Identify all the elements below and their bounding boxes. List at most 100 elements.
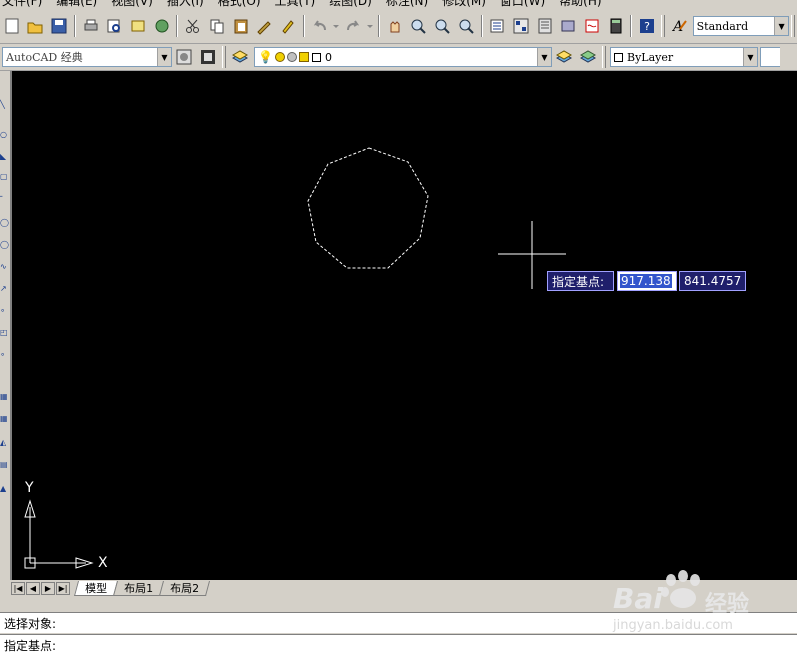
revision-cloud-icon[interactable]: ∿ xyxy=(0,263,8,271)
layer-previous-icon[interactable] xyxy=(577,46,599,68)
toolbar-grip[interactable] xyxy=(661,15,665,37)
menu-view[interactable]: 视图(V) xyxy=(111,0,153,9)
separator xyxy=(302,15,305,37)
color-select[interactable]: ByLayer ▼ xyxy=(610,47,758,67)
menu-window[interactable]: 窗口(W) xyxy=(500,0,545,9)
publish-icon[interactable] xyxy=(127,15,149,37)
print-preview-icon[interactable] xyxy=(104,15,126,37)
dynamic-input-y[interactable]: 841.4757 xyxy=(679,271,746,291)
toolbar-grip[interactable] xyxy=(602,46,606,68)
tab-layout1[interactable]: 布局1 xyxy=(112,581,165,596)
polygon-icon[interactable]: ▢ xyxy=(0,173,8,181)
polyline-icon[interactable]: ◣ xyxy=(0,153,8,161)
menu-edit[interactable]: 编辑(E) xyxy=(56,0,97,9)
workspace-settings-icon[interactable] xyxy=(173,46,195,68)
construction-line-icon[interactable]: ○ xyxy=(0,131,8,139)
save-icon[interactable] xyxy=(48,15,70,37)
chevron-down-icon[interactable]: ▼ xyxy=(157,48,171,66)
paste-icon[interactable] xyxy=(230,15,252,37)
make-object-layer-current-icon[interactable] xyxy=(553,46,575,68)
calculator-icon[interactable] xyxy=(605,15,627,37)
tab-layout2[interactable]: 布局2 xyxy=(158,581,211,596)
gradient-icon[interactable]: ▦ xyxy=(0,415,8,423)
new-icon[interactable] xyxy=(1,15,23,37)
match-properties-icon[interactable] xyxy=(253,15,275,37)
help-icon[interactable]: ? xyxy=(636,15,658,37)
toolbar-grip[interactable] xyxy=(222,46,226,68)
redo-icon[interactable] xyxy=(342,15,364,37)
hatch-icon[interactable]: ▦ xyxy=(0,393,8,401)
workspace-select[interactable]: AutoCAD 经典 ▼ xyxy=(2,47,172,67)
table-icon[interactable]: ▤ xyxy=(0,461,8,469)
open-icon[interactable] xyxy=(25,15,47,37)
print-icon[interactable] xyxy=(80,15,102,37)
menu-tools[interactable]: 工具(T) xyxy=(275,0,316,9)
rectangle-icon[interactable]: ╴ xyxy=(0,193,8,201)
drawing-canvas[interactable]: Y X 指定基点: 917.138 841.4757 xyxy=(10,71,797,583)
selected-polygon[interactable] xyxy=(307,147,429,269)
text-style-icon[interactable]: A xyxy=(668,15,690,37)
tool-palettes-icon[interactable] xyxy=(534,15,556,37)
my-workspace-icon[interactable] xyxy=(197,46,219,68)
lock-icon[interactable] xyxy=(298,52,309,62)
undo-dropdown-icon[interactable] xyxy=(332,15,340,37)
separator xyxy=(480,15,483,37)
lightbulb-icon[interactable]: 💡 xyxy=(258,50,273,64)
layer-select[interactable]: 💡 0 ▼ xyxy=(254,47,552,67)
zoom-window-icon[interactable] xyxy=(431,15,453,37)
markup-icon[interactable] xyxy=(581,15,603,37)
toolbar-grip[interactable] xyxy=(791,15,796,37)
freeze-viewport-icon[interactable] xyxy=(286,52,297,62)
chevron-down-icon[interactable]: ▼ xyxy=(743,48,757,66)
last-tab-icon[interactable]: ▶| xyxy=(56,582,70,595)
command-history-text: 选择对象: xyxy=(4,616,57,631)
ellipse-icon[interactable]: ∘ xyxy=(0,307,8,315)
redo-dropdown-icon[interactable] xyxy=(366,15,374,37)
workspace-layer-toolbar: AutoCAD 经典 ▼ 💡 0 ▼ ByLayer ▼ xyxy=(0,44,797,71)
prev-tab-icon[interactable]: ◀ xyxy=(26,582,40,595)
arc-icon[interactable]: ◯ xyxy=(0,219,9,227)
menu-modify[interactable]: 修改(M) xyxy=(442,0,486,9)
separator xyxy=(176,15,179,37)
menu-help[interactable]: 帮助(H) xyxy=(559,0,601,9)
watermark-brand: Bai xyxy=(613,582,663,615)
command-prompt-text: 指定基点: xyxy=(4,638,57,653)
tab-layout2-label: 布局2 xyxy=(170,582,200,595)
first-tab-icon[interactable]: |◀ xyxy=(11,582,25,595)
linetype-select[interactable] xyxy=(760,47,780,67)
design-center-icon[interactable] xyxy=(510,15,532,37)
zoom-previous-icon[interactable] xyxy=(455,15,477,37)
chevron-down-icon[interactable]: ▼ xyxy=(537,48,551,66)
3d-dwf-icon[interactable] xyxy=(151,15,173,37)
insert-block-icon[interactable]: ◰ xyxy=(0,329,8,337)
make-block-icon[interactable]: ∘ xyxy=(0,351,8,359)
sheet-set-icon[interactable] xyxy=(557,15,579,37)
sun-icon[interactable] xyxy=(274,52,285,62)
multiline-text-icon[interactable]: ▲ xyxy=(0,485,8,493)
chevron-down-icon[interactable]: ▼ xyxy=(774,17,789,35)
menu-insert[interactable]: 插入(I) xyxy=(167,0,204,9)
dynamic-input-x[interactable]: 917.138 xyxy=(617,271,677,291)
tab-model[interactable]: 模型 xyxy=(73,581,119,596)
block-editor-icon[interactable] xyxy=(277,15,299,37)
menu-dimension[interactable]: 标注(N) xyxy=(386,0,428,9)
region-icon[interactable]: ◭ xyxy=(0,439,8,447)
undo-icon[interactable] xyxy=(309,15,331,37)
zoom-realtime-icon[interactable] xyxy=(408,15,430,37)
line-icon[interactable]: ╲ xyxy=(0,101,8,109)
next-tab-icon[interactable]: ▶ xyxy=(41,582,55,595)
canvas-drawing xyxy=(24,147,566,569)
text-style-select[interactable]: Standard ▼ xyxy=(692,16,790,36)
menu-bar: 文件(F) 编辑(E) 视图(V) 插入(I) 格式(O) 工具(T) 绘图(D… xyxy=(0,0,797,9)
pan-realtime-icon[interactable] xyxy=(384,15,406,37)
menu-draw[interactable]: 绘图(D) xyxy=(329,0,372,9)
copy-icon[interactable] xyxy=(206,15,228,37)
layer-color-swatch[interactable] xyxy=(311,52,321,62)
circle-icon[interactable]: ◯ xyxy=(0,241,9,249)
properties-icon[interactable] xyxy=(487,15,509,37)
spline-icon[interactable]: ↗ xyxy=(0,285,8,293)
menu-format[interactable]: 格式(O) xyxy=(218,0,261,9)
cut-icon[interactable] xyxy=(182,15,204,37)
menu-file[interactable]: 文件(F) xyxy=(2,0,42,9)
layer-manager-icon[interactable] xyxy=(229,46,251,68)
